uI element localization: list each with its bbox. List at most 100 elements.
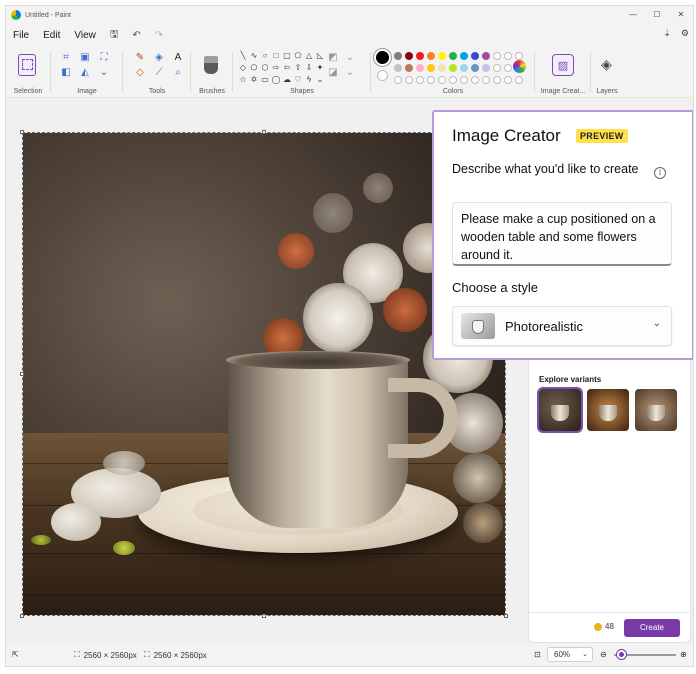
color-swatch[interactable] xyxy=(482,52,490,60)
variant-thumbnail[interactable] xyxy=(635,389,677,431)
custom-color-slot[interactable] xyxy=(471,76,479,84)
lightning-shape-icon[interactable]: ϟ xyxy=(304,75,314,85)
primary-color-swatch[interactable] xyxy=(376,51,389,64)
zoom-slider-handle[interactable] xyxy=(617,650,626,659)
zoom-in-icon[interactable]: ⊕ xyxy=(680,650,687,659)
custom-color-slot[interactable] xyxy=(493,76,501,84)
zoom-out-icon[interactable]: ⊖ xyxy=(600,650,607,659)
custom-color-slot[interactable] xyxy=(482,76,490,84)
callout-cloud-shape-icon[interactable]: ☁ xyxy=(282,75,292,85)
color-picker-icon[interactable]: ⟋ xyxy=(151,67,167,79)
resize-handle[interactable] xyxy=(20,372,24,376)
outline-dropdown-icon[interactable]: ⌄ xyxy=(343,52,357,64)
curve-shape-icon[interactable]: ∿ xyxy=(249,51,259,61)
resize-handle[interactable] xyxy=(262,614,266,618)
zoom-select[interactable]: 60% ⌄ xyxy=(547,647,593,662)
custom-color-slot[interactable] xyxy=(438,76,446,84)
color-swatch[interactable] xyxy=(405,52,413,60)
account-icon[interactable]: ⇣ xyxy=(663,28,671,39)
fill-bucket-icon[interactable]: ◈ xyxy=(151,52,167,64)
color-swatch[interactable] xyxy=(405,64,413,72)
menu-file[interactable]: File xyxy=(6,30,36,41)
color-swatch[interactable] xyxy=(471,52,479,60)
secondary-color-swatch[interactable] xyxy=(377,70,388,81)
image-creator-group[interactable]: ▨ Image Creat... xyxy=(536,46,590,98)
outline-icon[interactable]: ◩ xyxy=(326,52,340,64)
custom-color-slot[interactable] xyxy=(493,52,501,60)
rotate-icon[interactable]: ◭ xyxy=(77,67,93,79)
star5-shape-icon[interactable]: ☆ xyxy=(238,75,248,85)
arrow-right-shape-icon[interactable]: ⇨ xyxy=(271,63,281,73)
custom-color-slot[interactable] xyxy=(504,76,512,84)
callout-oval-shape-icon[interactable]: ◯ xyxy=(271,75,281,85)
rounded-rect-shape-icon[interactable]: ▢ xyxy=(282,51,292,61)
custom-color-slot[interactable] xyxy=(427,76,435,84)
pentagon-shape-icon[interactable]: ⬠ xyxy=(249,63,259,73)
arrow-down-shape-icon[interactable]: ⇩ xyxy=(304,63,314,73)
arrow-left-shape-icon[interactable]: ⇦ xyxy=(282,63,292,73)
custom-color-slot[interactable] xyxy=(515,76,523,84)
flip-icon[interactable]: ◧ xyxy=(58,67,74,79)
color-swatch[interactable] xyxy=(427,52,435,60)
oval-shape-icon[interactable]: ○ xyxy=(260,51,270,61)
save-icon[interactable]: 🖫 xyxy=(103,27,126,44)
right-triangle-shape-icon[interactable]: ◺ xyxy=(315,51,325,61)
color-swatch[interactable] xyxy=(416,64,424,72)
resize-handle[interactable] xyxy=(20,130,24,134)
prompt-input[interactable]: Please make a cup positioned on a wooden… xyxy=(452,202,672,266)
variant-thumbnail[interactable] xyxy=(587,389,629,431)
color-swatch[interactable] xyxy=(394,64,402,72)
callout-rect-shape-icon[interactable]: ▭ xyxy=(260,75,270,85)
heart-shape-icon[interactable]: ♡ xyxy=(293,75,303,85)
minimize-button[interactable]: — xyxy=(621,6,645,24)
fill-dropdown-icon[interactable]: ⌄ xyxy=(343,67,357,79)
pencil-icon[interactable]: ✎ xyxy=(132,52,148,64)
custom-color-slot[interactable] xyxy=(405,76,413,84)
brushes-group[interactable]: Brushes xyxy=(192,46,232,98)
create-button[interactable]: Create xyxy=(624,619,680,637)
shapes-more-icon[interactable]: ⌄ xyxy=(315,75,325,85)
undo-icon[interactable]: ↶ xyxy=(125,30,147,41)
custom-color-slot[interactable] xyxy=(449,76,457,84)
color-swatch[interactable] xyxy=(482,64,490,72)
triangle-shape-icon[interactable]: △ xyxy=(304,51,314,61)
color-wheel-icon[interactable] xyxy=(513,60,526,73)
custom-color-slot[interactable] xyxy=(394,76,402,84)
resize-icon[interactable]: ▣ xyxy=(77,52,93,64)
color-swatch[interactable] xyxy=(438,52,446,60)
selection-group[interactable]: Selection xyxy=(6,46,50,98)
arrow-up-shape-icon[interactable]: ⇧ xyxy=(293,63,303,73)
menu-edit[interactable]: Edit xyxy=(36,30,67,41)
polygon-shape-icon[interactable]: ⬠ xyxy=(293,51,303,61)
magnifier-icon[interactable]: ⌕ xyxy=(170,67,186,79)
diamond-shape-icon[interactable]: ◇ xyxy=(238,63,248,73)
fit-to-window-icon[interactable]: ⊡ xyxy=(534,650,541,659)
text-icon[interactable]: A xyxy=(170,52,186,64)
fill-icon[interactable]: ◪ xyxy=(326,67,340,79)
color-swatch[interactable] xyxy=(460,52,468,60)
image-more-icon[interactable]: ⌄ xyxy=(96,67,112,79)
info-icon[interactable]: i xyxy=(654,167,666,179)
custom-color-slot[interactable] xyxy=(504,52,512,60)
custom-color-slot[interactable] xyxy=(460,76,468,84)
custom-color-slot[interactable] xyxy=(493,64,501,72)
layers-group[interactable]: ◈ Layers xyxy=(592,46,622,98)
settings-gear-icon[interactable]: ⚙ xyxy=(681,28,689,39)
custom-color-slot[interactable] xyxy=(504,64,512,72)
color-swatch[interactable] xyxy=(438,64,446,72)
star4-shape-icon[interactable]: ✦ xyxy=(315,63,325,73)
menu-view[interactable]: View xyxy=(67,30,103,41)
rectangle-shape-icon[interactable]: □ xyxy=(271,51,281,61)
redo-icon[interactable]: ↷ xyxy=(148,30,170,41)
resize-handle[interactable] xyxy=(262,130,266,134)
line-shape-icon[interactable]: ╲ xyxy=(238,51,248,61)
color-swatch[interactable] xyxy=(449,52,457,60)
custom-color-slot[interactable] xyxy=(416,76,424,84)
color-swatch[interactable] xyxy=(416,52,424,60)
color-swatch[interactable] xyxy=(460,64,468,72)
remove-bg-icon[interactable]: ⛶ xyxy=(96,52,112,64)
star6-shape-icon[interactable]: ✡ xyxy=(249,75,259,85)
maximize-button[interactable]: ☐ xyxy=(645,6,669,24)
crop-icon[interactable]: ⌗ xyxy=(58,52,74,64)
resize-handle[interactable] xyxy=(20,614,24,618)
